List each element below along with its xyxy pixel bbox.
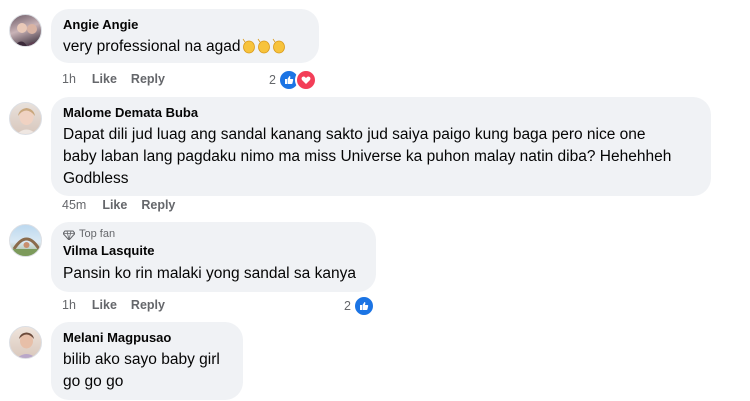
comment-author[interactable]: Melani Magpusao: [63, 330, 231, 346]
top-fan-badge: Top fan: [63, 228, 364, 241]
diamond-icon: [63, 229, 75, 240]
reaction-count: 2: [344, 299, 351, 313]
comment-text-line: Dapat dili jud luag ang sandal kanang sa…: [63, 126, 646, 143]
comment-text-line: bilib ako sayo baby girl: [63, 351, 220, 368]
comment-text: Pansin ko rin malaki yong sandal sa kany…: [63, 265, 356, 282]
love-reaction-icon: [294, 69, 317, 91]
comment-time[interactable]: 1h: [62, 72, 76, 86]
comment-author[interactable]: Malome Demata Buba: [63, 105, 699, 121]
comment-author[interactable]: Vilma Lasquite: [63, 243, 364, 259]
avatar-photo-icon: [17, 332, 36, 358]
comment-text-body: very professional na agad: [63, 38, 241, 55]
comment-actions: 45m Like Reply: [62, 198, 175, 212]
comment-text-line: go go go: [63, 373, 124, 390]
comment-actions: 1h Like Reply: [62, 72, 165, 86]
reply-button[interactable]: Reply: [131, 298, 165, 312]
reaction-summary[interactable]: 2: [344, 295, 375, 317]
like-button[interactable]: Like: [102, 198, 127, 212]
avatar[interactable]: [9, 326, 42, 359]
avatar-photo-icon: [17, 108, 36, 134]
badge-label: Top fan: [79, 228, 116, 240]
comment-text: very professional na agad: [63, 36, 307, 61]
reaction-summary[interactable]: 2: [269, 69, 317, 91]
comment-bubble: Top fan Vilma Lasquite Pansin ko rin mal…: [51, 222, 376, 292]
comment-bubble: Angie Angie very professional na agad: [51, 9, 319, 63]
comment-text: Dapat dili jud luag ang sandal kanang sa…: [63, 124, 699, 190]
comment-time[interactable]: 45m: [62, 198, 86, 212]
comment-bubble: Melani Magpusao bilib ako sayo baby girl…: [51, 322, 243, 400]
like-button[interactable]: Like: [92, 298, 117, 312]
avatar[interactable]: [9, 14, 42, 47]
reply-button[interactable]: Reply: [131, 72, 165, 86]
comment-bubble: Malome Demata Buba Dapat dili jud luag a…: [51, 97, 711, 196]
like-reaction-icon: [352, 295, 375, 317]
comment-text: bilib ako sayo baby girl go go go: [63, 349, 231, 393]
avatar-photo-icon: [10, 237, 41, 256]
reaction-count: 2: [269, 73, 276, 87]
comment-text-line: Godbless: [63, 170, 129, 187]
reply-button[interactable]: Reply: [141, 198, 175, 212]
comment-time[interactable]: 1h: [62, 298, 76, 312]
clapping-hands-icon: [242, 38, 288, 61]
like-button[interactable]: Like: [92, 72, 117, 86]
avatar[interactable]: [9, 224, 42, 257]
comment-author[interactable]: Angie Angie: [63, 17, 307, 33]
avatar[interactable]: [9, 102, 42, 135]
avatar-photo-icon: [14, 23, 40, 46]
comment-text-line: baby laban lang pagdaku nimo ma miss Uni…: [63, 148, 672, 165]
comment-actions: 1h Like Reply: [62, 298, 165, 312]
